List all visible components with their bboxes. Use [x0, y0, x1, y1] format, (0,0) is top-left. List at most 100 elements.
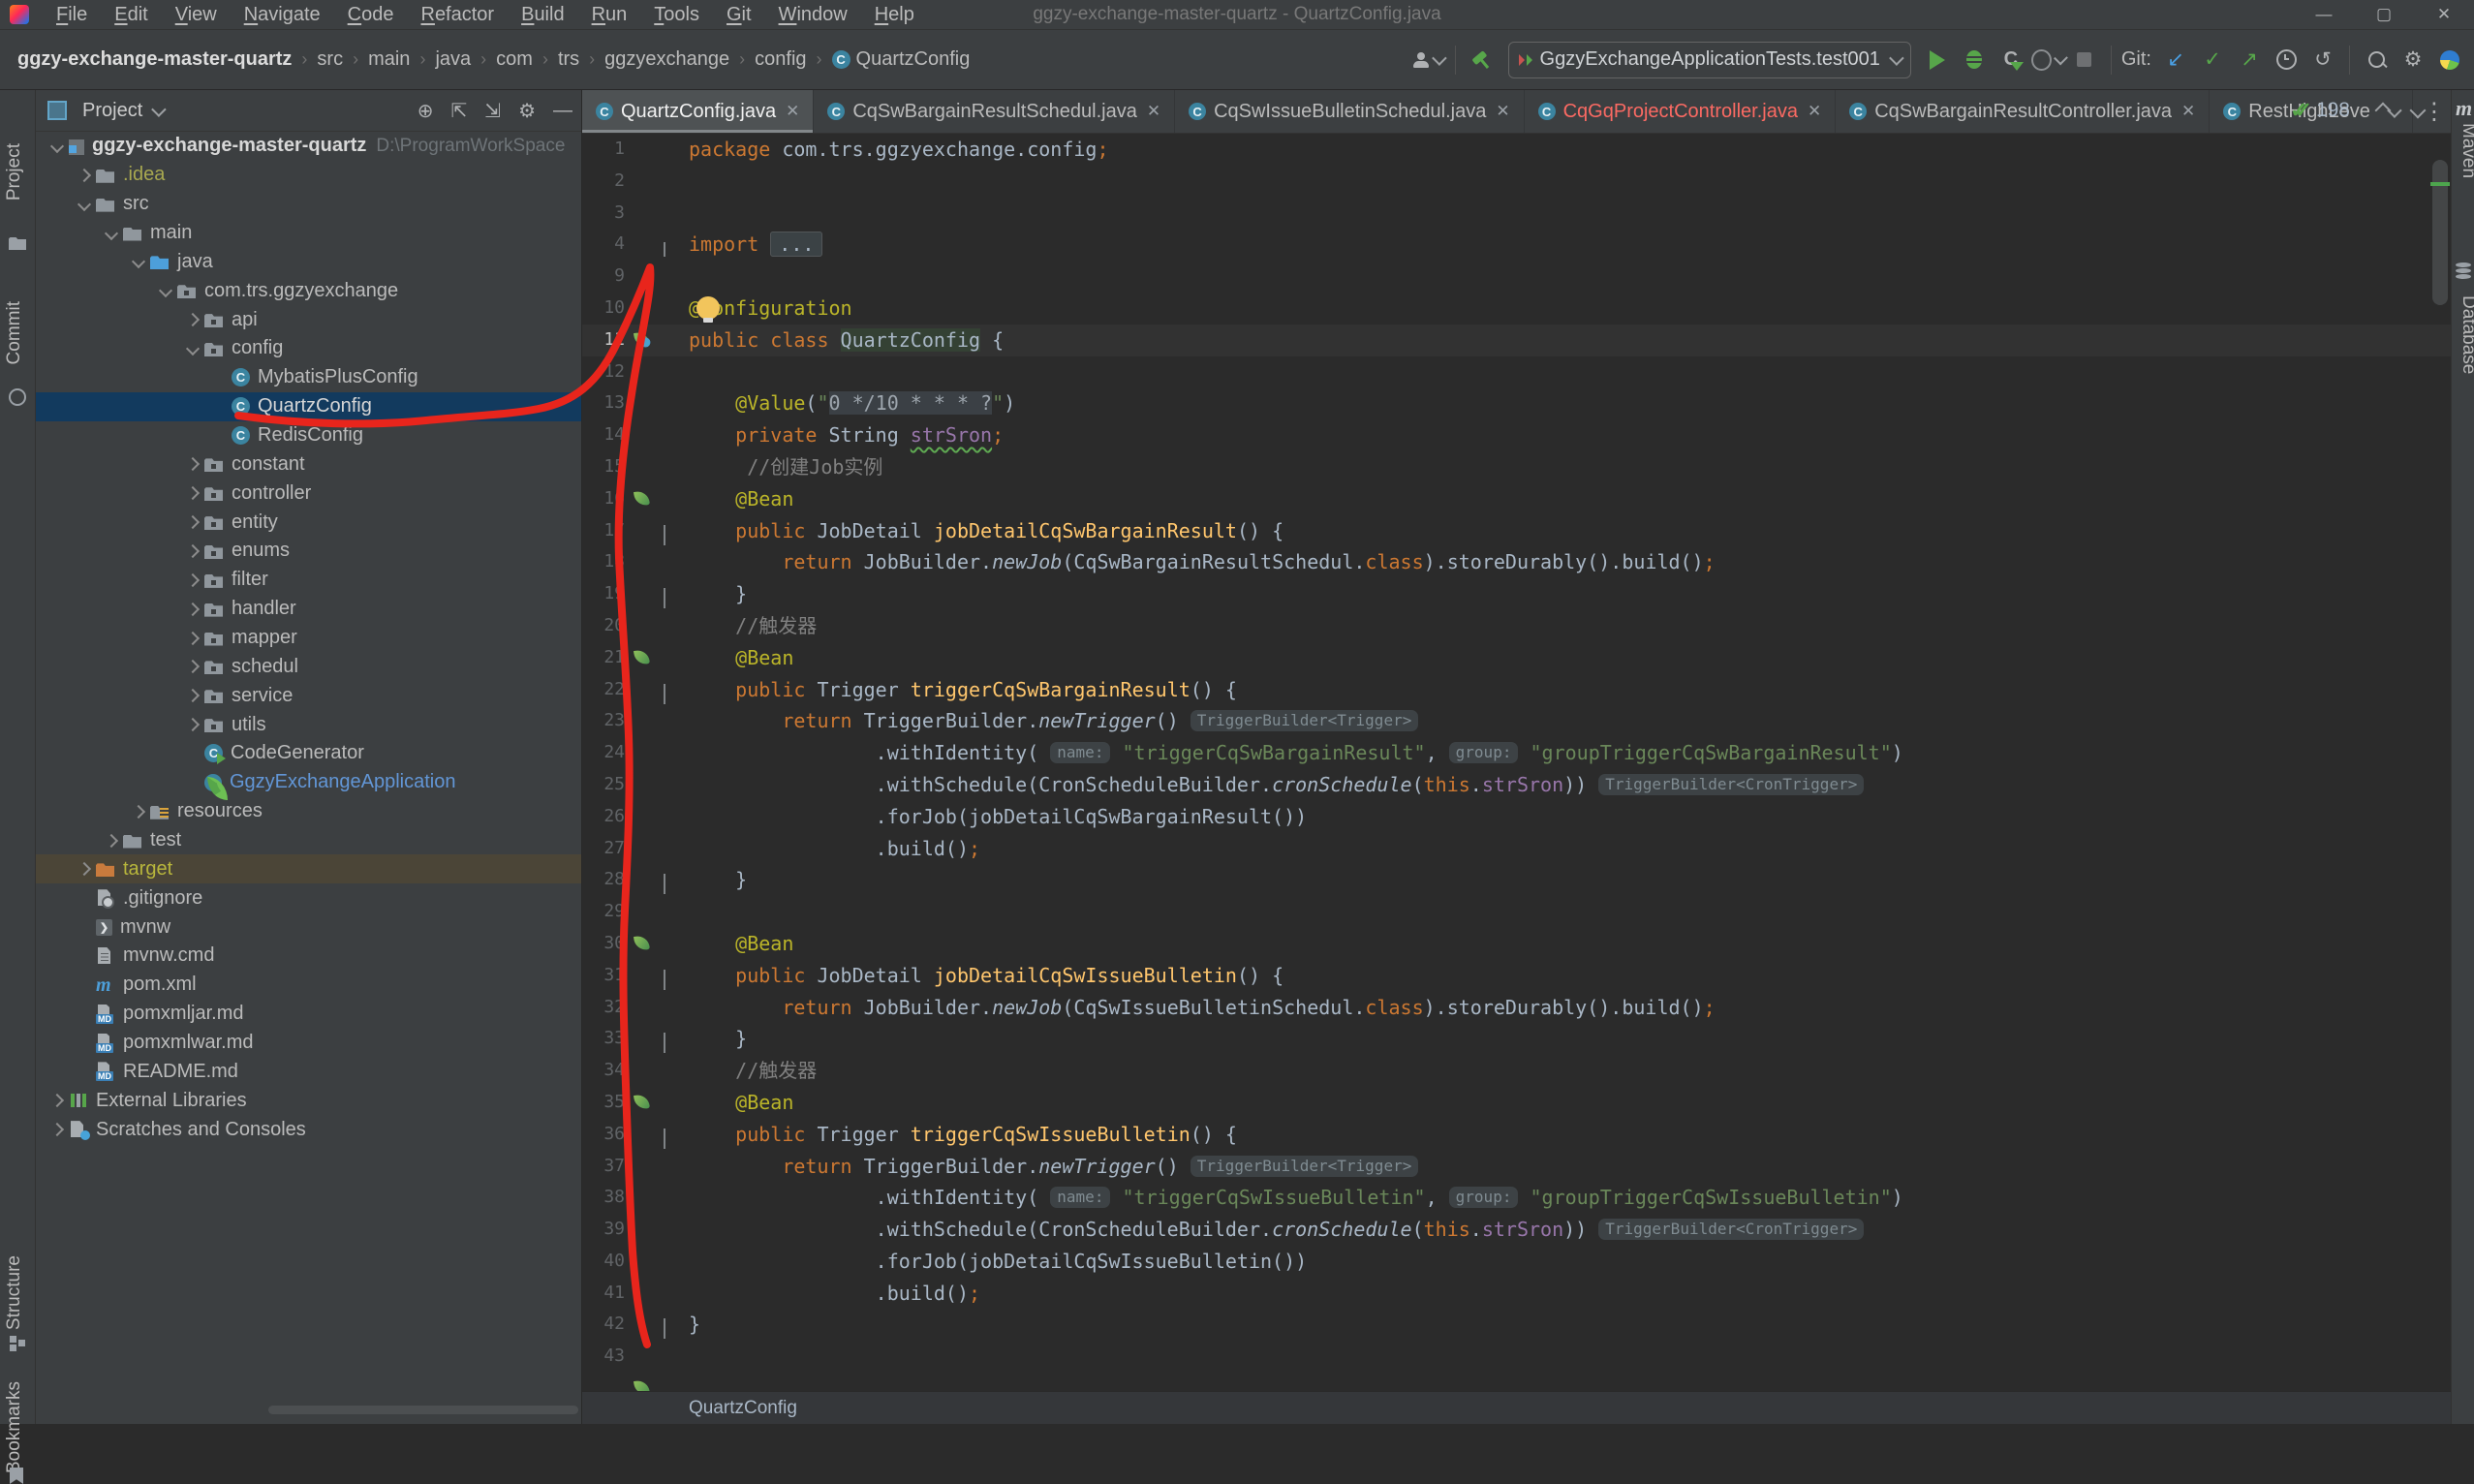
chevron-right-icon[interactable] [186, 718, 200, 731]
code-line-39[interactable]: 39 .withSchedule(CronScheduleBuilder.cro… [582, 1214, 2451, 1246]
maximize-button[interactable]: ▢ [2354, 5, 2414, 24]
tree-row-ggzy-exchange-master-quartz[interactable]: ggzy-exchange-master-quartzD:\ProgramWor… [36, 132, 581, 161]
code-line-42[interactable]: 42} [582, 1309, 2451, 1341]
tree-row-controller[interactable]: controller [36, 479, 581, 508]
chevron-right-icon[interactable] [77, 862, 91, 876]
chevron-right-icon[interactable] [186, 486, 200, 500]
tree-row-constant[interactable]: constant [36, 449, 581, 479]
tree-row-src[interactable]: src [36, 190, 581, 219]
git-update-icon[interactable]: ↙ [2159, 44, 2192, 77]
code-line-25[interactable]: 25 .withSchedule(CronScheduleBuilder.cro… [582, 769, 2451, 801]
user-avatar-icon[interactable] [1412, 44, 1445, 77]
fold-marker-icon[interactable] [664, 874, 665, 894]
spring-bean-icon[interactable] [634, 935, 650, 951]
fold-marker-icon[interactable] [664, 1318, 665, 1339]
chevron-down-icon[interactable] [50, 139, 64, 153]
menu-run[interactable]: Run [592, 4, 628, 26]
code-line-40[interactable]: 40 .forJob(jobDetailCqSwIssueBulletin()) [582, 1246, 2451, 1278]
tree-row-CodeGenerator[interactable]: CodeGenerator [36, 739, 581, 768]
tree-row-service[interactable]: service [36, 681, 581, 710]
spring-bean-icon[interactable] [634, 490, 650, 507]
run-configuration-select[interactable]: GgzyExchangeApplicationTests.test001 [1508, 42, 1911, 78]
chevron-right-icon[interactable] [186, 660, 200, 673]
tool-button-project[interactable]: Project [4, 143, 25, 201]
menu-file[interactable]: File [56, 4, 87, 26]
build-hammer-icon[interactable] [1466, 44, 1499, 77]
chevron-down-icon[interactable] [132, 255, 145, 268]
code-line-14[interactable]: 14 private String strSron; [582, 419, 2451, 451]
code-line-28[interactable]: 28 } [582, 864, 2451, 896]
fold-marker-icon[interactable] [664, 1033, 665, 1053]
project-panel-title[interactable]: Project [82, 100, 142, 122]
tree-row-External Libraries[interactable]: External Libraries [36, 1086, 581, 1115]
fold-marker-icon[interactable] [664, 588, 665, 608]
chevron-right-icon[interactable] [50, 1123, 64, 1136]
coverage-button[interactable]: C [1995, 44, 2027, 77]
tree-row-pom.xml[interactable]: pom.xml [36, 971, 581, 1000]
code-line-4[interactable]: 4import ... [582, 229, 2451, 261]
tree-row-pomxmlwar.md[interactable]: pomxmlwar.md [36, 1029, 581, 1058]
code-line-37[interactable]: 37 return TriggerBuilder.newTrigger() Tr… [582, 1151, 2451, 1183]
tree-row-entity[interactable]: entity [36, 508, 581, 537]
tree-row-MybatisPlusConfig[interactable]: MybatisPlusConfig [36, 363, 581, 392]
tree-row-com.trs.ggzyexchange[interactable]: com.trs.ggzyexchange [36, 276, 581, 305]
code-line-23[interactable]: 23 return TriggerBuilder.newTrigger() Tr… [582, 705, 2451, 737]
tree-row-target[interactable]: target [36, 854, 581, 883]
menu-code[interactable]: Code [348, 4, 394, 26]
profiler-button[interactable] [2031, 44, 2064, 77]
tool-button-structure[interactable]: Structure [4, 1255, 25, 1330]
close-tab-icon[interactable]: ✕ [1496, 102, 1509, 121]
previous-problem-icon[interactable] [2375, 103, 2392, 119]
tab-CqSwIssueBulletinSchedul.java[interactable]: CqSwIssueBulletinSchedul.java✕ [1175, 90, 1525, 133]
tree-row-config[interactable]: config [36, 334, 581, 363]
chevron-right-icon[interactable] [186, 515, 200, 529]
tree-horizontal-scrollbar[interactable] [268, 1406, 578, 1414]
tree-row-java[interactable]: java [36, 247, 581, 276]
code-editor[interactable]: 1package com.trs.ggzyexchange.config;234… [582, 134, 2451, 1391]
code-line-26[interactable]: 26 .forJob(jobDetailCqSwBargainResult()) [582, 801, 2451, 833]
chevron-right-icon[interactable] [186, 689, 200, 702]
tree-row-mvnw[interactable]: mvnw [36, 912, 581, 942]
tree-row-main[interactable]: main [36, 219, 581, 248]
code-line-22[interactable]: 22 public Trigger triggerCqSwBargainResu… [582, 674, 2451, 706]
code-line-17[interactable]: 17 public JobDetail jobDetailCqSwBargain… [582, 515, 2451, 547]
history-clock-icon[interactable] [2270, 44, 2303, 77]
code-line-19[interactable]: 19 } [582, 578, 2451, 610]
tree-row-handler[interactable]: handler [36, 595, 581, 624]
code-line-15[interactable]: 15 //创建Job实例 [582, 451, 2451, 483]
menu-edit[interactable]: Edit [114, 4, 147, 26]
tool-button-database[interactable]: Database [2458, 295, 2474, 374]
locate-file-icon[interactable]: ⊕ [417, 99, 434, 123]
tab-QuartzConfig.java[interactable]: QuartzConfig.java✕ [582, 90, 814, 133]
tab-CqSwBargainResultSchedul.java[interactable]: CqSwBargainResultSchedul.java✕ [814, 90, 1175, 133]
chevron-right-icon[interactable] [186, 573, 200, 587]
code-line-2[interactable]: 2 [582, 166, 2451, 198]
code-line-18[interactable]: 18 return JobBuilder.newJob(CqSwBargainR… [582, 546, 2451, 578]
chevron-right-icon[interactable] [132, 805, 145, 819]
tree-row-mvnw.cmd[interactable]: mvnw.cmd [36, 942, 581, 971]
breadcrumb-item[interactable]: config [755, 48, 806, 71]
chevron-right-icon[interactable] [186, 631, 200, 644]
fold-marker-icon[interactable] [664, 1128, 665, 1149]
code-line-41[interactable]: 41 .build(); [582, 1278, 2451, 1310]
menu-refactor[interactable]: Refactor [420, 4, 494, 26]
expand-all-icon[interactable]: ⇱ [451, 99, 468, 123]
tree-row-test[interactable]: test [36, 826, 581, 855]
stop-button[interactable] [2068, 44, 2101, 77]
code-line-33[interactable]: 33 } [582, 1023, 2451, 1055]
tree-row-mapper[interactable]: mapper [36, 624, 581, 653]
code-line-44[interactable] [582, 1373, 2451, 1391]
menu-navigate[interactable]: Navigate [244, 4, 321, 26]
tree-row-QuartzConfig[interactable]: QuartzConfig [36, 392, 581, 421]
next-problem-icon[interactable] [2410, 103, 2427, 119]
search-everywhere-icon[interactable] [2360, 44, 2393, 77]
chevron-right-icon[interactable] [105, 833, 118, 847]
code-line-35[interactable]: 35 @Bean [582, 1087, 2451, 1119]
tree-row-api[interactable]: api [36, 305, 581, 334]
tool-button-commit[interactable]: Commit [4, 301, 25, 364]
fold-marker-icon[interactable] [664, 525, 665, 545]
breadcrumb-item[interactable]: trs [558, 48, 579, 71]
hide-panel-icon[interactable]: — [553, 100, 572, 122]
panel-settings-gear-icon[interactable]: ⚙ [518, 99, 536, 123]
breadcrumb-item[interactable]: ggzy-exchange-master-quartz [17, 48, 292, 71]
